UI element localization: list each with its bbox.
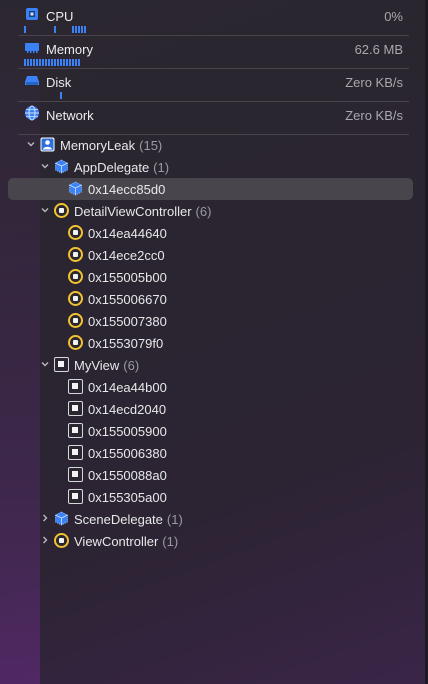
instance-address: 0x14ea44640 [88, 226, 167, 241]
chevron-right-icon[interactable] [40, 535, 50, 545]
view-icon [54, 357, 69, 372]
chevron-right-icon[interactable] [40, 513, 50, 523]
instance-count: (6) [195, 204, 212, 219]
tree-instance-row[interactable]: 0x1550088a0 [0, 465, 428, 485]
gauge-memory[interactable]: Memory 62.6 MB [18, 35, 409, 69]
cube-icon [55, 159, 68, 174]
tree-label: SceneDelegate (1) [74, 512, 183, 527]
tree-label: DetailViewController (6) [74, 204, 212, 219]
view-icon [68, 401, 83, 416]
instance-address: 0x14ecc85d0 [88, 182, 166, 197]
tree-instance-row[interactable]: 0x14ecc85d0 [0, 179, 428, 199]
gauge-value: 62.6 MB [354, 42, 403, 57]
gauge-value: Zero KB/s [345, 108, 403, 123]
object-icon [54, 203, 69, 218]
tree-instance-row[interactable]: 0x155006380 [0, 443, 428, 463]
instance-address: 0x14ea44b00 [88, 380, 167, 395]
tree-instance-row[interactable]: 0x14ecd2040 [0, 399, 428, 419]
view-icon [68, 445, 83, 460]
tree-instance-row[interactable]: 0x14ece2cc0 [0, 245, 428, 265]
tree-class-appdelegate[interactable]: AppDelegate (1) [0, 157, 428, 177]
object-icon [68, 247, 83, 262]
gauge-label: CPU [46, 9, 74, 24]
view-icon [68, 489, 83, 504]
view-icon [68, 423, 83, 438]
chevron-down-icon[interactable] [40, 359, 50, 369]
tree-root-memoryleak[interactable]: MemoryLeak (15) [0, 135, 428, 155]
chevron-down-icon[interactable] [26, 139, 36, 149]
gauge-value: Zero KB/s [345, 75, 403, 90]
memory-icon [25, 43, 39, 53]
tree-instance-row[interactable]: 0x14ea44640 [0, 223, 428, 243]
tree-label: MyView (6) [74, 358, 140, 373]
view-icon [68, 467, 83, 482]
gauge-cpu[interactable]: CPU 0% [18, 2, 409, 36]
object-icon [68, 269, 83, 284]
cube-icon [55, 511, 68, 526]
tree-label: AppDelegate (1) [74, 160, 170, 175]
tree-instance-row[interactable]: 0x155007380 [0, 311, 428, 331]
tree-class-detailviewcontroller[interactable]: DetailViewController (6) [0, 201, 428, 221]
disk-sparkline [60, 91, 62, 99]
tree-class-myview[interactable]: MyView (6) [0, 355, 428, 375]
memory-sparkline [24, 58, 80, 66]
globe-icon [25, 105, 39, 121]
cube-icon [69, 181, 82, 196]
instance-address: 0x155005900 [88, 424, 167, 439]
instance-address: 0x1550088a0 [88, 468, 167, 483]
gauge-label: Network [46, 108, 94, 123]
object-icon [68, 225, 83, 240]
instance-count: (1) [162, 534, 179, 549]
cpu-sparkline [24, 25, 86, 33]
instance-address: 0x155006670 [88, 292, 167, 307]
instance-address: 0x14ecd2040 [88, 402, 167, 417]
instance-address: 0x14ece2cc0 [88, 248, 165, 263]
view-icon [68, 379, 83, 394]
cpu-icon [26, 8, 38, 20]
object-icon [68, 335, 83, 350]
tree-instance-row[interactable]: 0x1553079f0 [0, 333, 428, 353]
tree-class-scenedelegate[interactable]: SceneDelegate (1) [0, 509, 428, 529]
instance-count: (1) [153, 160, 170, 175]
tree-label: ViewController (1) [74, 534, 179, 549]
instance-count: (6) [123, 358, 140, 373]
object-icon [54, 533, 69, 548]
chevron-down-icon[interactable] [40, 205, 50, 215]
instance-address: 0x155305a00 [88, 490, 167, 505]
tree-instance-row[interactable]: 0x155005b00 [0, 267, 428, 287]
object-icon [68, 291, 83, 306]
gauge-value: 0% [384, 9, 403, 24]
instance-address: 0x155006380 [88, 446, 167, 461]
tree-instance-row[interactable]: 0x155305a00 [0, 487, 428, 507]
gauge-label: Memory [46, 42, 93, 57]
gauge-disk[interactable]: Disk Zero KB/s [18, 68, 409, 102]
tree-class-viewcontroller[interactable]: ViewController (1) [0, 531, 428, 551]
instance-address: 0x155005b00 [88, 270, 167, 285]
tree-instance-row[interactable]: 0x155006670 [0, 289, 428, 309]
chevron-down-icon[interactable] [40, 161, 50, 171]
instance-count: (15) [139, 138, 163, 153]
app-target-icon [40, 137, 55, 152]
instance-count: (1) [166, 512, 183, 527]
disk-icon [25, 76, 39, 85]
gauge-network[interactable]: Network Zero KB/s [18, 101, 409, 135]
tree-instance-row[interactable]: 0x14ea44b00 [0, 377, 428, 397]
tree-label: MemoryLeak (15) [60, 138, 163, 153]
gauge-label: Disk [46, 75, 72, 90]
object-icon [68, 313, 83, 328]
tree-instance-row[interactable]: 0x155005900 [0, 421, 428, 441]
instance-address: 0x155007380 [88, 314, 167, 329]
instance-address: 0x1553079f0 [88, 336, 164, 351]
